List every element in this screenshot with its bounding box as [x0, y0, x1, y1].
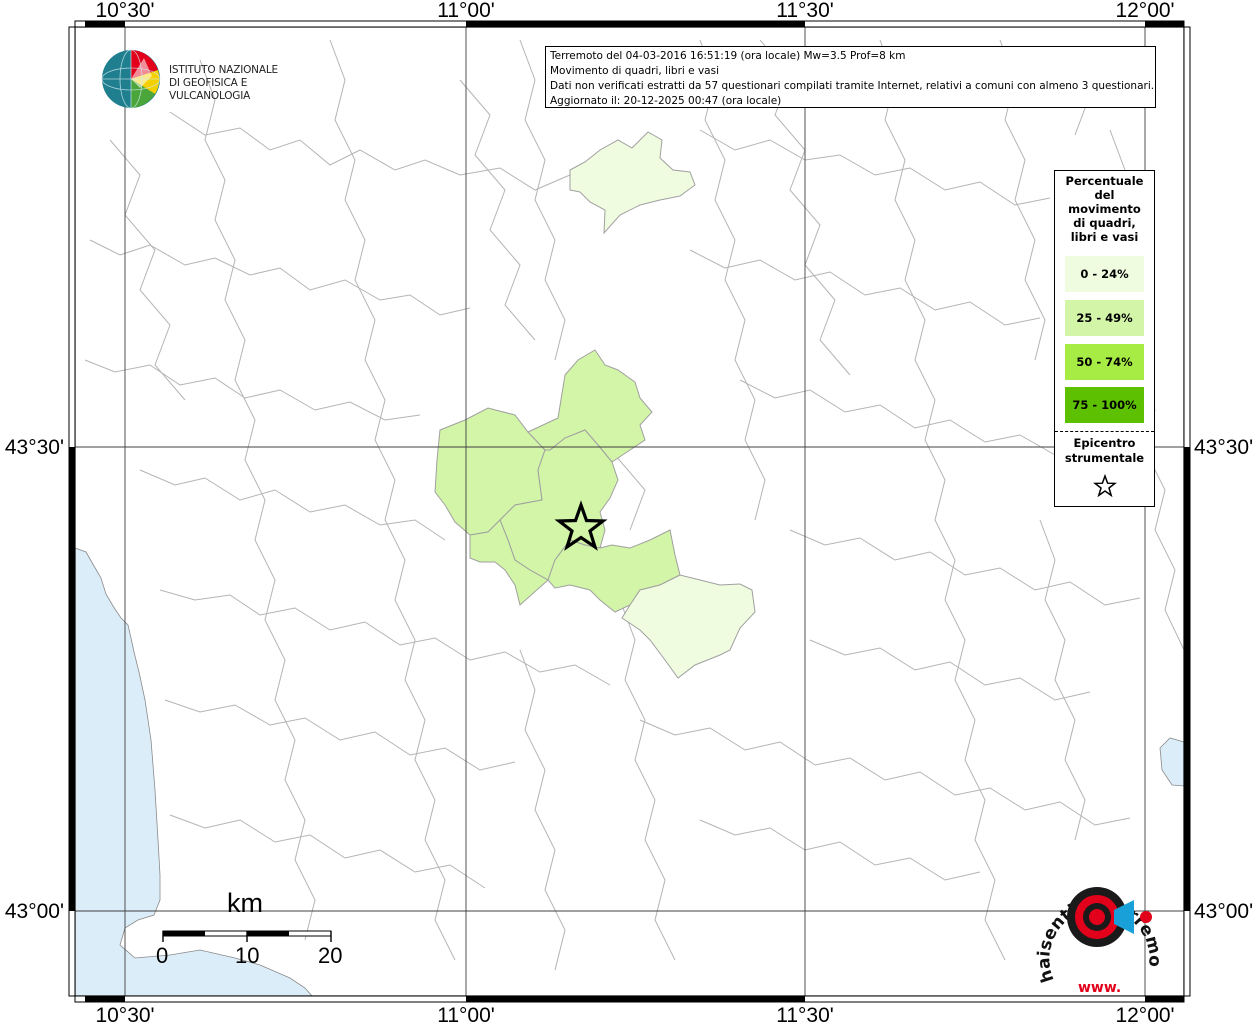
event-info-line4: Aggiornato il: 20-12-2025 00:47 (ora loc…	[550, 95, 782, 107]
scale-label-20: 20	[318, 943, 343, 968]
legend-class-75-100: 75 - 100%	[1065, 387, 1144, 423]
legend-title-line3: movimento	[1068, 202, 1141, 216]
tick-top-3: 11°30'	[776, 0, 834, 22]
legend-title-line1: Percentuale	[1065, 174, 1144, 188]
tick-bottom-2: 11°00'	[437, 1004, 495, 1024]
haisentito-www: www.	[1078, 980, 1121, 996]
tick-right-2: 43°00'	[1194, 900, 1253, 923]
tick-bottom-1: 10°30'	[95, 1004, 154, 1024]
legend-title: Percentuale del movimento di quadri, lib…	[1055, 171, 1154, 244]
event-info-line2: Movimento di quadri, libri e vasi	[550, 65, 719, 77]
event-info-box: Terremoto del 04-03-2016 16:51:19 (ora l…	[545, 46, 1156, 108]
legend-epicentre-line2: strumentale	[1064, 451, 1145, 465]
tick-top-1: 10°30'	[95, 0, 154, 22]
legend-title-line2: del	[1094, 188, 1115, 202]
tick-bottom-4: 12°00'	[1115, 1004, 1174, 1024]
ingv-globe-icon	[101, 49, 161, 109]
legend-star-icon	[1093, 474, 1117, 498]
tick-left-2: 43°00'	[5, 900, 64, 923]
ingv-logo: ISTITUTO NAZIONALE DI GEOFISICA E VULCAN…	[100, 48, 320, 110]
tick-bottom-3: 11°30'	[776, 1004, 834, 1024]
legend-title-line4: di quadri,	[1073, 216, 1136, 230]
legend: Percentuale del movimento di quadri, lib…	[1054, 170, 1155, 507]
legend-epicentre-line1: Epicentro	[1073, 436, 1136, 450]
event-info-line1: Terremoto del 04-03-2016 16:51:19 (ora l…	[550, 50, 906, 62]
tick-top-2: 11°00'	[437, 0, 495, 22]
event-info-line3: Dati non verificati estratti da 57 quest…	[550, 80, 1155, 92]
ingv-name-line2: DI GEOFISICA E VULCANOLOGIA	[169, 77, 251, 102]
ingv-name-line1: ISTITUTO NAZIONALE	[169, 64, 278, 76]
tick-left-1: 43°30'	[5, 436, 64, 459]
legend-separator	[1055, 431, 1154, 432]
tick-right-1: 43°30'	[1194, 436, 1253, 459]
tick-top-4: 12°00'	[1115, 0, 1174, 22]
scale-label-0: 0	[156, 943, 169, 968]
scale-label-10: 10	[235, 943, 260, 968]
legend-epicentre-label: Epicentro strumentale	[1055, 436, 1154, 466]
legend-class-25-49: 25 - 49%	[1065, 300, 1144, 336]
legend-class-50-74: 50 - 74%	[1065, 344, 1144, 380]
scale-unit: km	[227, 888, 263, 918]
haisentito-logo: haisentitoilterremoto.it www.	[1034, 870, 1164, 996]
ingv-name: ISTITUTO NAZIONALE DI GEOFISICA E VULCAN…	[169, 64, 320, 103]
legend-title-line5: libri e vasi	[1070, 230, 1139, 244]
legend-class-0-24: 0 - 24%	[1065, 256, 1144, 292]
